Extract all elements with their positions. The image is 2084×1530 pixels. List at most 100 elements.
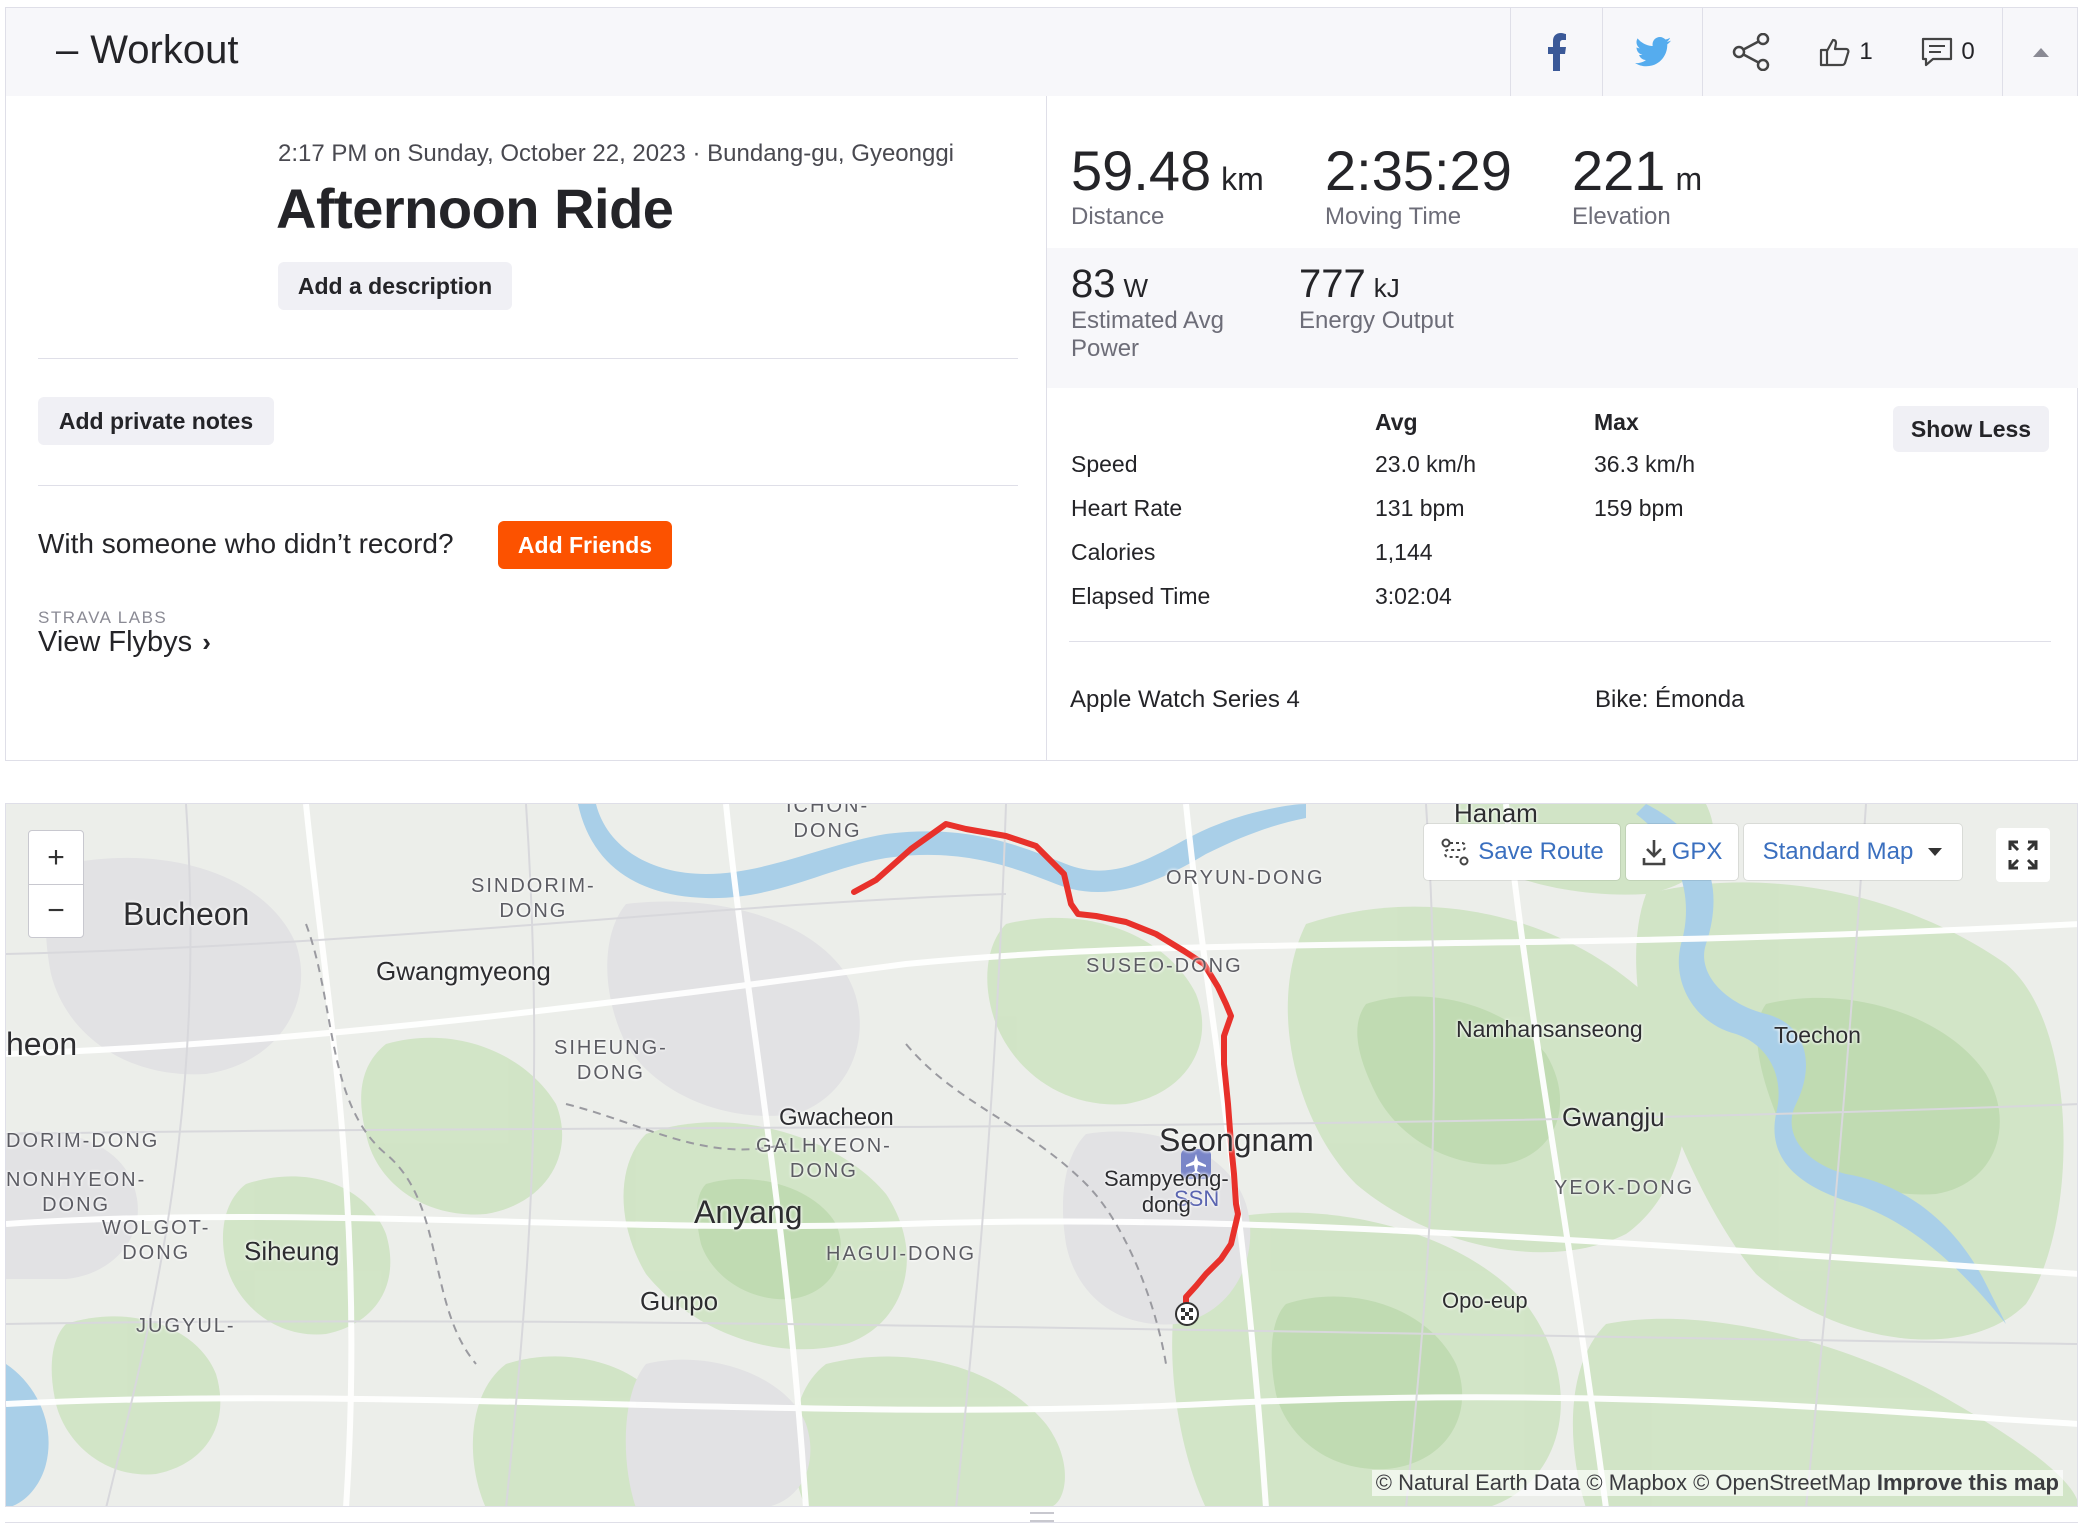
twitter-icon	[1634, 37, 1671, 67]
map-label-hagui-dong: HAGUI-DONG	[826, 1243, 976, 1265]
collapse-icon[interactable]: –	[56, 28, 78, 72]
map-label-bucheon: Bucheon	[123, 896, 250, 932]
distance-unit: km	[1221, 161, 1264, 197]
activity-title: Afternoon Ride	[276, 177, 674, 240]
map-label-seongnam: Seongnam	[1159, 1122, 1314, 1158]
energy-label: Energy Output	[1299, 307, 1454, 334]
speed-label: Speed	[1071, 451, 1138, 477]
show-less-button[interactable]: Show Less	[1893, 406, 2049, 452]
heart-rate-max: 159 bpm	[1594, 495, 1684, 521]
moving-time-value: 2:35:29	[1325, 139, 1512, 202]
map-label-siheung-dong: SIHEUNG- DONG	[554, 1037, 668, 1084]
view-flybys-link[interactable]: View Flybys ›	[38, 626, 211, 659]
map-canvas	[6, 804, 2077, 1506]
energy-stat: 777 kJ Energy Output	[1299, 262, 1454, 335]
share-button[interactable]	[1702, 8, 1798, 96]
zoom-out-button[interactable]: −	[29, 884, 83, 937]
kudos-button[interactable]: 1	[1798, 8, 1894, 96]
strava-labs-label: STRAVA LABS	[38, 608, 168, 627]
workout-header: – Workout 1 0	[5, 7, 2078, 97]
elapsed-time-label: Elapsed Time	[1071, 583, 1211, 609]
comment-icon	[1922, 37, 1953, 67]
add-private-notes-button[interactable]: Add private notes	[38, 397, 274, 445]
map-label-galhyeon-dong: GALHYEON- DONG	[756, 1135, 892, 1182]
comments-button[interactable]: 0	[1894, 8, 2002, 96]
map-resize-handle[interactable]	[1030, 1512, 1054, 1522]
map-label-anyang: Anyang	[694, 1194, 803, 1230]
divider	[38, 485, 1018, 486]
map-label-gwangmyeong: Gwangmyeong	[376, 956, 551, 986]
bike-name: Bike: Émonda	[1595, 686, 1745, 713]
facebook-icon	[1547, 33, 1566, 71]
heart-rate-avg: 131 bpm	[1375, 495, 1465, 521]
collapse-toggle[interactable]	[2002, 8, 2078, 96]
activity-panel: 2:17 PM on Sunday, October 22, 2023 · Bu…	[5, 96, 2078, 761]
secondary-stats: 83 W Estimated Avg Power 777 kJ Energy Out…	[1047, 248, 2078, 388]
caret-up-icon	[2032, 48, 2049, 57]
comments-count: 0	[1961, 38, 1975, 65]
route-map[interactable]: Hanam ICHON- DONG ORYUN-DONG SINDORIM- D…	[5, 803, 2078, 1507]
map-label-dorim-dong: DORIM-DONG	[6, 1130, 160, 1152]
map-label-ichon-dong: ICHON- DONG	[786, 803, 870, 842]
calories-label: Calories	[1071, 539, 1156, 565]
activity-stats: 59.48 km Distance 2:35:29 Moving Time 221…	[1047, 96, 2078, 760]
map-label-toechon: Toechon	[1774, 1022, 1861, 1048]
facebook-share-button[interactable]	[1510, 8, 1602, 96]
map-label-siheung: Siheung	[244, 1236, 340, 1266]
map-label-namhansanseong: Namhansanseong	[1456, 1016, 1643, 1042]
workout-title-label: Workout	[90, 28, 239, 72]
zoom-in-button[interactable]: +	[29, 831, 83, 884]
map-label-heon: heon	[6, 1026, 78, 1062]
moving-time-stat: 2:35:29 Moving Time	[1325, 138, 1512, 231]
save-route-label: Save Route	[1478, 838, 1604, 865]
map-attribution: © Natural Earth Data © Mapbox © OpenStre…	[1371, 1470, 2063, 1496]
map-label-sampyeong-dong: Sampyeong- dong	[1104, 1166, 1229, 1217]
map-label-gunpo: Gunpo	[640, 1286, 719, 1316]
improve-map-link[interactable]: Improve this map	[1877, 1470, 2059, 1495]
fullscreen-icon	[2008, 840, 2038, 870]
twitter-share-button[interactable]	[1602, 8, 1702, 96]
share-icon	[1732, 33, 1769, 71]
power-stat: 83 W Estimated Avg Power	[1071, 262, 1271, 363]
energy-value: 777	[1299, 262, 1366, 306]
calories-avg: 1,144	[1375, 539, 1433, 565]
divider	[5, 1522, 2078, 1523]
map-style-label: Standard Map	[1762, 838, 1914, 865]
map-label-nonhyeon-dong: NONHYEON- DONG	[6, 1169, 147, 1216]
energy-unit: kJ	[1373, 273, 1400, 303]
gpx-label: GPX	[1671, 838, 1723, 865]
map-label-gwangju: Gwangju	[1562, 1102, 1665, 1132]
map-style-select[interactable]: Standard Map	[1744, 824, 1962, 880]
with-someone-text: With someone who didn’t record?	[38, 528, 454, 559]
map-label-gwacheon: Gwacheon	[779, 1104, 894, 1131]
attribution-text[interactable]: © Natural Earth Data © Mapbox © OpenStre…	[1376, 1470, 1871, 1495]
map-label-yeok-dong: YEOK-DONG	[1554, 1177, 1695, 1199]
power-value: 83	[1071, 262, 1116, 306]
device-name: Apple Watch Series 4	[1070, 686, 1300, 713]
save-route-button[interactable]: Save Route	[1424, 824, 1620, 880]
elevation-value: 221	[1572, 139, 1666, 202]
map-label-opo-eup: Opo-eup	[1442, 1288, 1528, 1313]
speed-avg: 23.0 km/h	[1375, 451, 1476, 477]
gpx-download-button[interactable]: GPX	[1626, 824, 1738, 880]
add-friends-button[interactable]: Add Friends	[498, 521, 672, 569]
power-unit: W	[1123, 273, 1149, 303]
speed-max: 36.3 km/h	[1594, 451, 1695, 477]
kudos-icon	[1820, 38, 1850, 67]
activity-meta: 2:17 PM on Sunday, October 22, 2023 · Bu…	[278, 140, 955, 167]
power-label: Estimated Avg Power	[1071, 307, 1224, 362]
max-header: Max	[1594, 409, 1639, 435]
map-label-oryun-dong: ORYUN-DONG	[1166, 867, 1325, 889]
chevron-right-icon: ›	[202, 627, 211, 657]
elapsed-time-value: 3:02:04	[1375, 583, 1452, 609]
distance-value: 59.48	[1071, 139, 1212, 202]
distance-stat: 59.48 km Distance	[1071, 138, 1264, 231]
map-label-sindorim-dong: SINDORIM- DONG	[471, 875, 596, 922]
add-description-button[interactable]: Add a description	[278, 262, 512, 310]
fullscreen-button[interactable]	[1996, 828, 2050, 882]
view-flybys-label: View Flybys	[38, 626, 193, 658]
zoom-control: + −	[28, 830, 84, 938]
distance-label: Distance	[1071, 203, 1165, 230]
avg-header: Avg	[1375, 409, 1418, 435]
workout-title[interactable]: – Workout	[56, 28, 238, 73]
